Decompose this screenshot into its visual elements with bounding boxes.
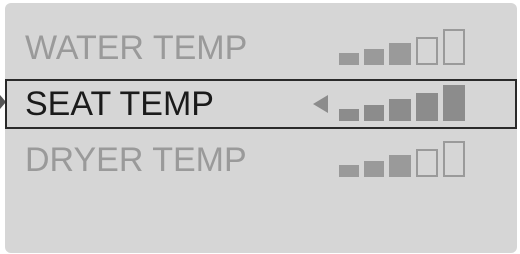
- menu-item-label: SEAT TEMP: [25, 85, 214, 123]
- menu-item-seat-temp[interactable]: SEAT TEMP: [5, 79, 517, 129]
- menu-item-label: DRYER TEMP: [25, 141, 247, 179]
- selection-arrow-icon: [313, 95, 328, 113]
- level-bar-filled: [389, 43, 411, 65]
- menu-item-water-temp[interactable]: WATER TEMP: [5, 23, 517, 73]
- menu-item-dryer-temp[interactable]: DRYER TEMP: [5, 135, 517, 185]
- level-indicator: [339, 29, 479, 65]
- level-bar-filled: [364, 49, 384, 65]
- display-screen: WATER TEMP SEAT TEMP DRYER TEMP: [5, 3, 517, 253]
- level-bar-empty: [443, 29, 465, 65]
- level-bar-filled: [443, 85, 465, 121]
- level-bar-filled: [339, 53, 359, 65]
- level-bar-empty: [443, 141, 465, 177]
- menu-item-label: WATER TEMP: [25, 29, 248, 67]
- level-indicator: [339, 85, 479, 121]
- level-bar-filled: [416, 93, 438, 121]
- level-bar-filled: [389, 155, 411, 177]
- level-bar-empty: [416, 37, 438, 65]
- level-bar-filled: [339, 109, 359, 121]
- level-bar-filled: [364, 161, 384, 177]
- level-bar-filled: [389, 99, 411, 121]
- level-bar-empty: [416, 149, 438, 177]
- level-indicator: [339, 141, 479, 177]
- level-bar-filled: [364, 105, 384, 121]
- level-bar-filled: [339, 165, 359, 177]
